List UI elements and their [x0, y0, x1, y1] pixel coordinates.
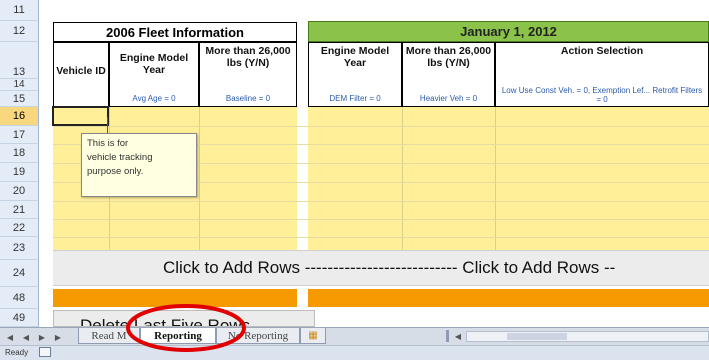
highlight-circle-annotation: [126, 304, 246, 352]
